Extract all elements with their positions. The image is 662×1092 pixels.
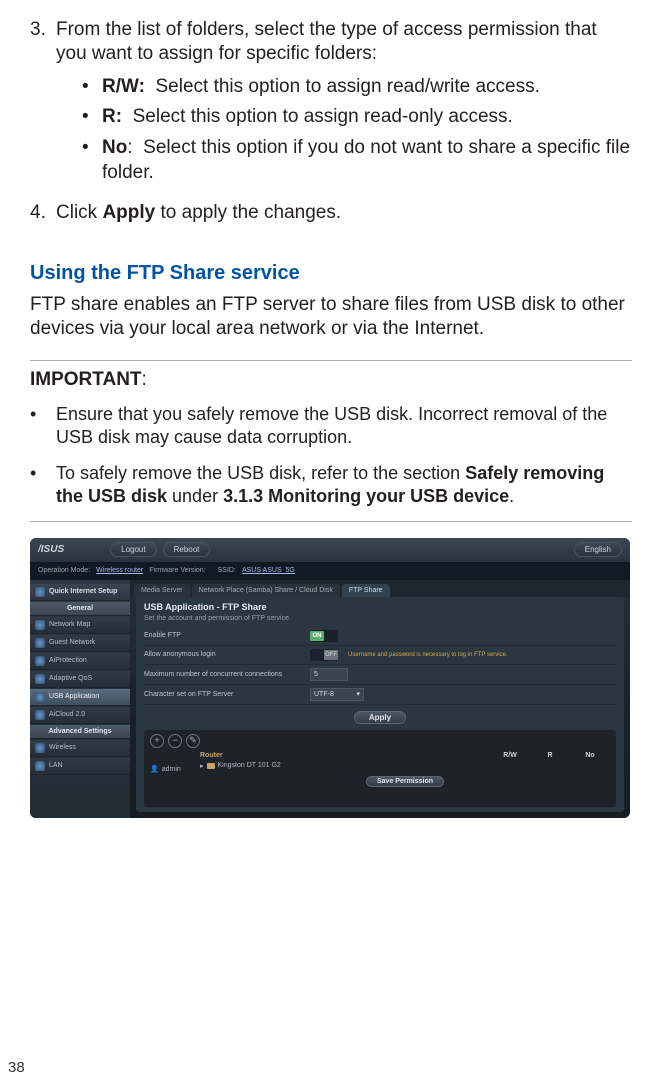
apply-button[interactable]: Apply xyxy=(354,711,406,724)
chevron-right-icon[interactable]: ▸ xyxy=(200,762,204,770)
toggle-anon-login[interactable]: OFF xyxy=(310,649,338,661)
anon-hint: Username and password is necessary to lo… xyxy=(348,652,508,658)
user-icon: 👤 xyxy=(150,765,159,773)
sidebar-item-aiprotection[interactable]: AiProtection xyxy=(30,653,130,670)
edit-user-button[interactable]: ✎ xyxy=(186,734,200,748)
sidebar-quick-setup[interactable]: Quick Internet Setup xyxy=(30,584,130,601)
shield-icon xyxy=(35,656,45,666)
save-permission-button[interactable]: Save Permission xyxy=(366,776,444,787)
toggle-enable-ftp[interactable]: ON xyxy=(310,630,338,642)
row-anon-login: Allow anonymous login OFF Username and p… xyxy=(144,646,616,665)
sidebar-item-wireless[interactable]: Wireless xyxy=(30,740,130,757)
step-4-num: 4. xyxy=(30,201,56,225)
sidebar: Quick Internet Setup General Network Map… xyxy=(30,580,130,818)
page-number: 38 xyxy=(8,1059,25,1076)
folder-icon xyxy=(207,763,215,769)
row-charset: Character set on FTP Server UTF-8▾ xyxy=(144,685,616,705)
logout-button[interactable]: Logout xyxy=(110,542,156,557)
user-icon xyxy=(35,638,45,648)
step-3: 3. From the list of folders, select the … xyxy=(30,18,632,191)
wifi-icon xyxy=(35,743,45,753)
usb-icon xyxy=(35,692,45,702)
step-list: 3. From the list of folders, select the … xyxy=(30,18,632,226)
sidebar-general-header: General xyxy=(30,602,130,616)
language-button[interactable]: English xyxy=(574,542,622,557)
input-max-conn[interactable]: 5 xyxy=(310,668,348,681)
user-cell[interactable]: 👤admin xyxy=(150,752,200,787)
sidebar-item-usb-application[interactable]: USB Application xyxy=(30,689,130,706)
cloud-icon xyxy=(35,710,45,720)
sidebar-item-guest-network[interactable]: Guest Network xyxy=(30,635,130,652)
perm-header: Router R/W R No xyxy=(200,752,610,759)
bullet-no: • No: Select this option if you do not w… xyxy=(82,136,632,185)
topbar: /ISUS Logout Reboot English xyxy=(30,538,630,562)
chevron-down-icon: ▾ xyxy=(356,690,360,698)
rule-top xyxy=(30,360,632,361)
note-2: • To safely remove the USB disk, refer t… xyxy=(30,462,632,509)
tab-ftp-share[interactable]: FTP Share xyxy=(342,584,390,597)
row-enable-ftp: Enable FTP ON xyxy=(144,627,616,646)
asus-logo: /ISUS xyxy=(38,544,64,555)
section-intro: FTP share enables an FTP server to share… xyxy=(30,293,632,342)
lan-icon xyxy=(35,761,45,771)
step-3-bullets: • R/W: Select this option to assign read… xyxy=(56,75,632,186)
perm-row-device: ▸Kingston DT 101 G2 xyxy=(200,762,610,770)
gauge-icon xyxy=(35,674,45,684)
bullet-rw: • R/W: Select this option to assign read… xyxy=(82,75,632,100)
info-line: Operation Mode: Wireless router Firmware… xyxy=(30,562,630,580)
select-charset[interactable]: UTF-8▾ xyxy=(310,688,364,701)
panel-subtitle: Set the account and permission of FTP se… xyxy=(144,615,616,622)
rocket-icon xyxy=(35,587,45,597)
add-user-button[interactable]: + xyxy=(150,734,164,748)
main-area: Media Server Network Place (Samba) Share… xyxy=(130,580,630,818)
ftp-panel: USB Application - FTP Share Set the acco… xyxy=(136,597,624,812)
tab-samba-share[interactable]: Network Place (Samba) Share / Cloud Disk xyxy=(192,584,340,597)
tab-media-server[interactable]: Media Server xyxy=(134,584,190,597)
panel-title: USB Application - FTP Share xyxy=(144,602,616,612)
sidebar-advanced-header: Advanced Settings xyxy=(30,725,130,739)
step-3-num: 3. xyxy=(30,18,56,191)
important-notes: • Ensure that you safely remove the USB … xyxy=(30,403,632,509)
ssid-link[interactable]: ASUS ASUS_5G xyxy=(242,567,295,574)
opmode-link[interactable]: Wireless router xyxy=(96,567,143,574)
step-4: 4. Click Apply to apply the changes. xyxy=(30,201,632,225)
row-max-conn: Maximum number of concurrent connections… xyxy=(144,665,616,685)
sidebar-item-adaptive-qos[interactable]: Adaptive QoS xyxy=(30,671,130,688)
globe-icon xyxy=(35,620,45,630)
sidebar-item-aicloud[interactable]: AiCloud 2.0 xyxy=(30,707,130,724)
section-heading: Using the FTP Share service xyxy=(30,262,632,285)
step-3-text: From the list of folders, select the typ… xyxy=(56,19,597,64)
tab-row: Media Server Network Place (Samba) Share… xyxy=(130,580,630,597)
reboot-button[interactable]: Reboot xyxy=(163,542,211,557)
sidebar-item-lan[interactable]: LAN xyxy=(30,758,130,775)
important-label: IMPORTANT: xyxy=(30,369,632,391)
router-ui-screenshot: /ISUS Logout Reboot English Operation Mo… xyxy=(30,538,630,818)
permission-panel: + − ✎ 👤admin Router R/W R N xyxy=(144,730,616,807)
note-1: • Ensure that you safely remove the USB … xyxy=(30,403,632,450)
rule-bottom xyxy=(30,521,632,522)
bullet-r: • R: Select this option to assign read-o… xyxy=(82,105,632,130)
remove-user-button[interactable]: − xyxy=(168,734,182,748)
sidebar-item-network-map[interactable]: Network Map xyxy=(30,617,130,634)
